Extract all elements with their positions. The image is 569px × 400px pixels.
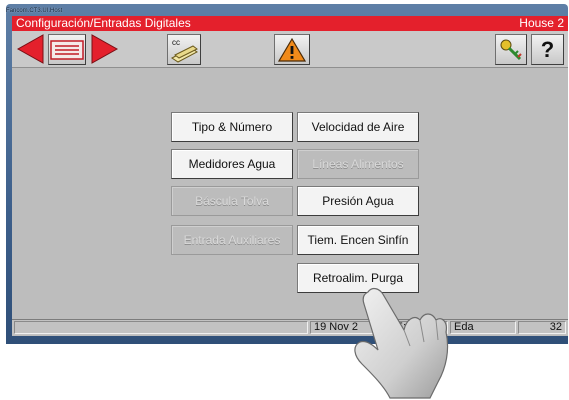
cc-label: cc — [172, 38, 180, 47]
entrada-auxiliares-button: Entrada Auxiliares — [171, 225, 293, 255]
arrow-left-icon — [16, 34, 44, 64]
arrow-right-icon — [91, 34, 119, 64]
house-label: House 2 — [519, 16, 564, 30]
toolbar: cc ? — [12, 31, 568, 68]
key-icon — [500, 39, 522, 60]
help-button[interactable]: ? — [531, 34, 564, 65]
alarm-button[interactable] — [274, 34, 310, 65]
status-time: 5:15 pm — [386, 321, 448, 334]
retroalim-purga-button[interactable]: Retroalim. Purga — [297, 263, 419, 293]
title-bar: Configuración/Entradas Digitales House 2 — [12, 16, 568, 31]
list-button[interactable] — [48, 34, 86, 65]
status-message — [14, 321, 308, 334]
status-number: 32 — [518, 321, 566, 334]
status-user: Eda — [450, 321, 516, 334]
velocidad-aire-button[interactable]: Velocidad de Aire — [297, 112, 419, 142]
status-bar: 19 Nov 2 5:15 pm Eda 32 — [12, 319, 568, 335]
warning-icon — [278, 37, 306, 62]
help-icon: ? — [540, 36, 555, 62]
list-icon — [50, 39, 84, 60]
key-button[interactable] — [495, 34, 527, 65]
app-screen: Configuración/Entradas Digitales House 2 — [12, 16, 568, 336]
status-date: 19 Nov 2 — [310, 321, 384, 334]
presion-agua-button[interactable]: Presión Agua — [297, 186, 419, 216]
tiem-encen-sinfin-button[interactable]: Tiem. Encen Sinfín — [297, 225, 419, 255]
cc-button[interactable]: cc — [167, 34, 201, 65]
tipo-numero-button[interactable]: Tipo & Número — [171, 112, 293, 142]
copy-config-icon: cc — [171, 38, 198, 63]
page-title: Configuración/Entradas Digitales — [16, 16, 191, 30]
medidores-agua-button[interactable]: Medidores Agua — [171, 149, 293, 179]
window-title: Fancom.CT3.UI.Host — [6, 8, 63, 14]
lineas-alimentos-button: Líneas Alimentos — [297, 149, 419, 179]
bascula-tolva-button: Báscula Tolva — [171, 186, 293, 216]
